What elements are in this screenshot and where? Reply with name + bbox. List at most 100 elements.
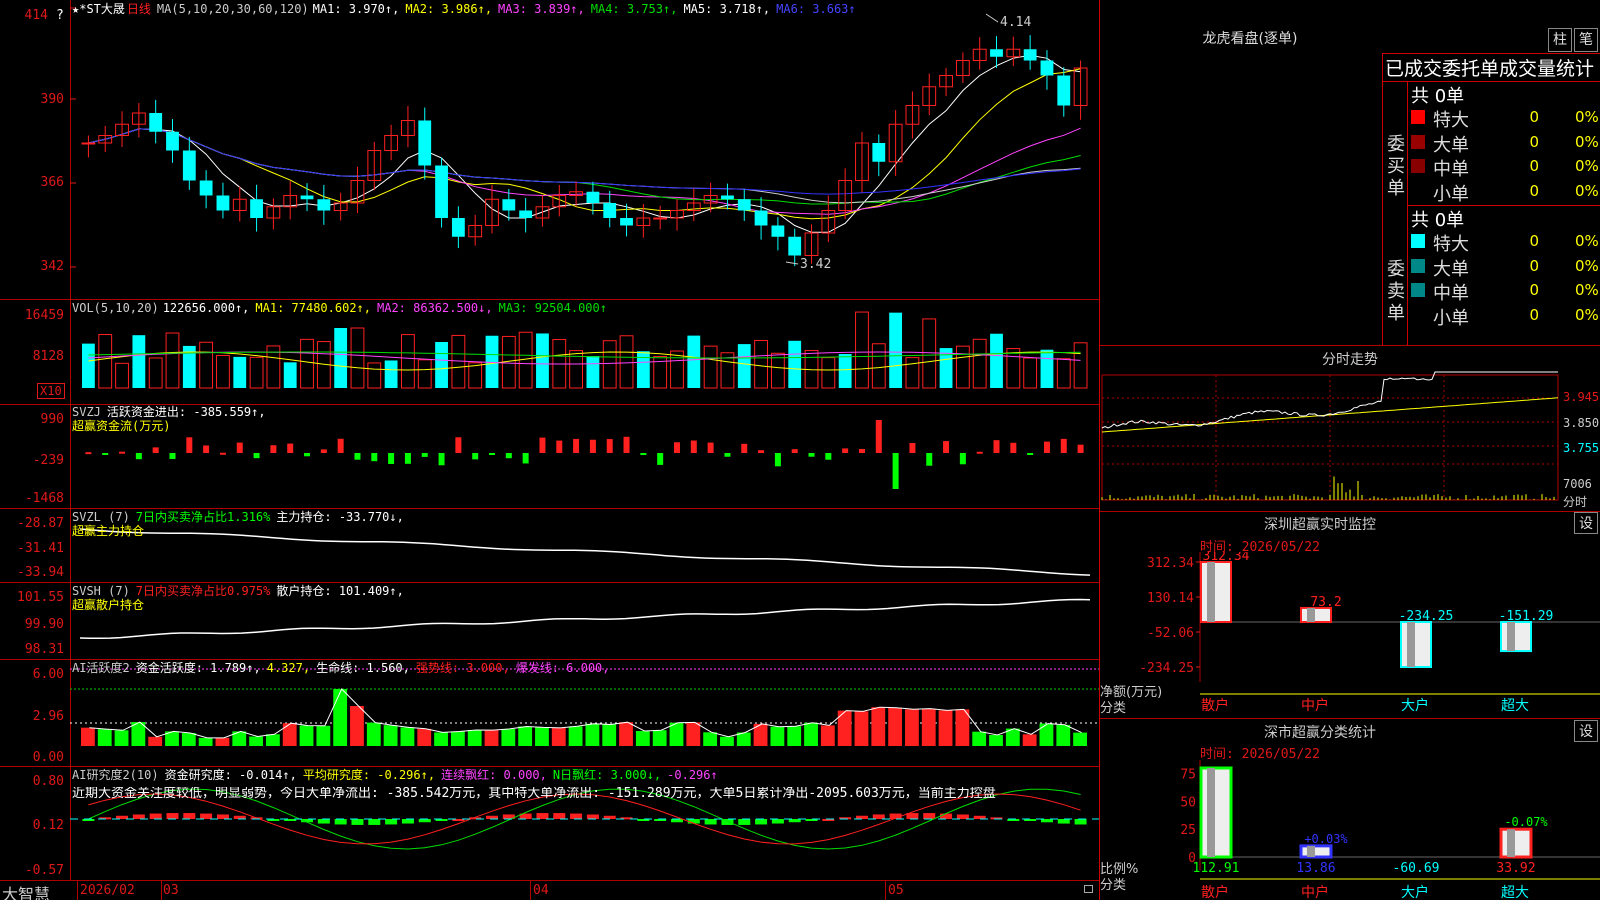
candle-body [603, 203, 617, 218]
x-axis-bar: 大智慧 2026/02 03 04 05 [0, 881, 1099, 900]
activity-bar [450, 731, 465, 746]
activity-bar [1039, 723, 1054, 746]
y-label: 342 [40, 259, 64, 274]
vol-bar [922, 318, 937, 389]
candle-body [737, 199, 751, 211]
activity-bar [518, 726, 533, 746]
research-bar [923, 813, 936, 819]
y-label: 2.96 [32, 709, 64, 724]
candle-body [586, 191, 600, 203]
ai-activity-chart[interactable] [70, 660, 1099, 766]
flow-bar [320, 449, 327, 453]
category-label: 中户 [1301, 884, 1329, 900]
category-label: 大户 [1401, 697, 1429, 714]
candle-body [216, 195, 230, 211]
activity-bar [198, 737, 213, 746]
candle-body [788, 236, 802, 256]
ai1-v1: 资金活跃度: 1.789↑, [135, 661, 261, 675]
candlestick-chart[interactable]: 4.14 3.42 [70, 0, 1099, 299]
y-label: 101.55 [17, 590, 64, 605]
ma-readout-5: MA5: 3.718↑, [683, 2, 771, 16]
vol-bar [1040, 349, 1054, 388]
sell-total: 共 0单 [1411, 210, 1465, 231]
y-label: -33.94 [17, 565, 64, 580]
ma-readout-1: MA1: 3.970↑, [312, 2, 400, 16]
vol-bar [636, 351, 650, 388]
dragon-table: 已成交委托单成交量统计 委买单 委卖单 共 0单 共 0单 特大 0 0% 大单 0 0%… [1382, 53, 1600, 346]
research-bar [334, 819, 347, 825]
flow-bar [724, 453, 731, 457]
buy-row-swatch [1411, 110, 1425, 124]
flow-bar [892, 453, 899, 489]
vol-bar [838, 354, 852, 388]
x-label: 05 [888, 883, 904, 898]
monitor-bar-chart[interactable]: 312.34 130.14 -52.06 -234.25 312.34 散户 73.2 中户 -… [1100, 552, 1600, 717]
vol-bar [1073, 342, 1088, 389]
sell-row-label: 小单 [1433, 307, 1469, 329]
section-divider [1100, 718, 1600, 719]
ai2-v4: N日飘红: 3.000↓, [552, 768, 662, 782]
vol-bar [536, 333, 549, 388]
intraday-chart[interactable] [1100, 370, 1600, 510]
y-label: 0.00 [32, 750, 64, 765]
activity-bar [299, 725, 314, 746]
ai2-title: AI研究度2(10) 资金研究度: -0.014↑, 平均研究度: -0.296↑,… [72, 768, 724, 782]
tab-tick-mode[interactable]: 笔 [1574, 28, 1598, 52]
candle-body [519, 210, 533, 218]
sell-row-count: 0 [1529, 281, 1539, 299]
research-bar [687, 819, 700, 824]
candle-body [81, 142, 96, 145]
vol-ma3: MA3: 92504.000↑ [498, 301, 607, 315]
monitor-settings-button[interactable]: 设 [1574, 512, 1598, 534]
bar-超大 [1499, 827, 1533, 859]
ai2-comment: 近期大资金关注度较低，明显弱势，今日大单净流出: -385.542万元，其中特大… [72, 787, 996, 801]
activity-bar [905, 709, 919, 746]
svsh-subtitle: 超赢散户持仓 [72, 598, 145, 612]
tab-bar-mode[interactable]: 柱 [1548, 28, 1572, 52]
candle-body [149, 113, 163, 132]
candle-body [1040, 60, 1054, 76]
ma-readout-6: MA6: 3.663↑ [776, 2, 856, 16]
candle-body [771, 225, 785, 237]
flow-bar [253, 453, 260, 459]
vol-params: VOL(5,10,20) [72, 301, 159, 315]
svzj-subtitle: 超赢资金流(万元) [72, 419, 171, 433]
stock-name: ★*ST大晟 [72, 2, 125, 16]
buy-total: 共 0单 [1411, 86, 1465, 107]
svzl-title: SVZL (7) 7日内买卖净占比1.316% 主力持仓: -33.770↓, [72, 510, 410, 524]
activity-bar [787, 726, 802, 746]
svsh-holding: 散户持仓: 101.409↑, [276, 584, 404, 598]
vol-bar [737, 344, 751, 388]
research-bar [704, 819, 717, 825]
flow-bar [774, 453, 781, 467]
section-divider [1100, 345, 1600, 346]
bar-value: 33.92 [1496, 861, 1535, 876]
lock-icon[interactable] [1084, 885, 1093, 893]
activity-bar [585, 723, 600, 746]
classify-bar-chart[interactable]: 7550250112.91散户+0.03%13.86中户-60.69大户-0.0… [1100, 760, 1600, 900]
activity-bar [366, 722, 381, 746]
bar-value: -60.69 [1393, 861, 1440, 876]
sell-row-percent: 0% [1575, 281, 1599, 299]
vol-bar [283, 362, 297, 388]
activity-bar [888, 707, 903, 746]
research-bar [940, 813, 953, 819]
research-bar [1074, 819, 1087, 825]
vol-bar [468, 362, 483, 389]
period-label: 日线 [126, 2, 151, 16]
svzl-subtitle: 超赢主力持仓 [72, 524, 145, 538]
volume-chart[interactable] [70, 300, 1099, 404]
y-label: 990 [40, 412, 64, 427]
y-label: 50 [1180, 795, 1196, 810]
vol-unit: X10 [37, 383, 65, 399]
candle-body [620, 218, 633, 226]
svzj-title: SVZJ 活跃资金进出: -385.559↑, [72, 405, 272, 419]
ai-research-chart[interactable] [70, 767, 1099, 880]
ai1-title: AI活跃度2 资金活跃度: 1.789↑, 4.327, 生命线: 1.560, 强势线… [72, 661, 616, 675]
classify-settings-button[interactable]: 设 [1574, 720, 1598, 742]
dragon-header: 已成交委托单成交量统计 [1385, 58, 1595, 80]
research-bar [586, 814, 599, 819]
svzj-chart[interactable] [70, 405, 1099, 508]
ai2-v5: -0.296↑ [667, 768, 718, 782]
flow-bar [203, 445, 210, 453]
